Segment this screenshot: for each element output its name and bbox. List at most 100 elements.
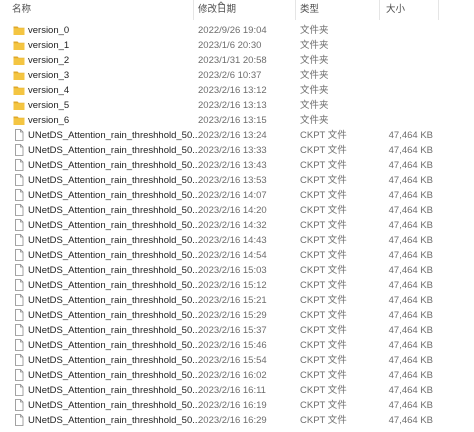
file-type: CKPT 文件	[300, 130, 347, 141]
modified-date: 2023/2/16 14:07	[198, 190, 267, 201]
file-row[interactable]: UNetDS_Attention_rain_threshhold_50... 20…	[0, 383, 474, 398]
file-row[interactable]: UNetDS_Attention_rain_threshhold_50... 20…	[0, 233, 474, 248]
file-size: 47,464 KB	[388, 310, 433, 321]
file-size: 47,464 KB	[388, 145, 433, 156]
file-row[interactable]: UNetDS_Attention_rain_threshhold_50... 20…	[0, 338, 474, 353]
file-icon	[13, 324, 25, 336]
modified-date: 2023/2/16 15:37	[198, 325, 267, 336]
file-row[interactable]: UNetDS_Attention_rain_threshhold_50... 20…	[0, 263, 474, 278]
file-icon	[13, 414, 25, 426]
file-size: 47,464 KB	[388, 340, 433, 351]
column-header-name[interactable]: 名称	[12, 3, 31, 17]
modified-date: 2023/2/16 15:03	[198, 265, 267, 276]
file-type: CKPT 文件	[300, 325, 347, 336]
file-row[interactable]: UNetDS_Attention_rain_threshhold_50... 20…	[0, 143, 474, 158]
file-row[interactable]: UNetDS_Attention_rain_threshhold_50... 20…	[0, 203, 474, 218]
column-divider[interactable]	[295, 0, 296, 20]
file-type: CKPT 文件	[300, 265, 347, 276]
file-name: UNetDS_Attention_rain_threshhold_50...	[28, 280, 201, 291]
folder-row[interactable]: version_4 2023/2/16 13:12 文件夹	[0, 83, 474, 98]
file-name: UNetDS_Attention_rain_threshhold_50...	[28, 205, 201, 216]
column-divider[interactable]	[438, 0, 439, 20]
file-icon	[13, 279, 25, 291]
modified-date: 2023/2/16 15:12	[198, 280, 267, 291]
folder-row[interactable]: version_0 2022/9/26 19:04 文件夹	[0, 23, 474, 38]
file-icon	[13, 219, 25, 231]
file-icon	[13, 129, 25, 141]
file-name: UNetDS_Attention_rain_threshhold_50...	[28, 400, 201, 411]
file-name: UNetDS_Attention_rain_threshhold_50...	[28, 160, 201, 171]
folder-icon	[13, 54, 25, 66]
file-type: CKPT 文件	[300, 295, 347, 306]
modified-date: 2023/2/16 13:43	[198, 160, 267, 171]
file-name: UNetDS_Attention_rain_threshhold_50...	[28, 130, 201, 141]
file-icon	[13, 369, 25, 381]
file-row[interactable]: UNetDS_Attention_rain_threshhold_50... 20…	[0, 188, 474, 203]
file-type: 文件夹	[300, 55, 329, 66]
file-name: UNetDS_Attention_rain_threshhold_50...	[28, 265, 201, 276]
file-row[interactable]: UNetDS_Attention_rain_threshhold_50... 20…	[0, 218, 474, 233]
modified-date: 2023/2/16 16:29	[198, 415, 267, 426]
folder-row[interactable]: version_6 2023/2/16 13:15 文件夹	[0, 113, 474, 128]
file-size: 47,464 KB	[388, 235, 433, 246]
modified-date: 2023/1/6 20:30	[198, 40, 262, 51]
file-row[interactable]: UNetDS_Attention_rain_threshhold_50... 20…	[0, 398, 474, 413]
file-type: 文件夹	[300, 85, 329, 96]
file-row[interactable]: UNetDS_Attention_rain_threshhold_50... 20…	[0, 248, 474, 263]
file-name: UNetDS_Attention_rain_threshhold_50...	[28, 385, 201, 396]
file-row[interactable]: UNetDS_Attention_rain_threshhold_50... 20…	[0, 308, 474, 323]
file-row[interactable]: UNetDS_Attention_rain_threshhold_50... 20…	[0, 128, 474, 143]
file-type: 文件夹	[300, 115, 329, 126]
file-row[interactable]: UNetDS_Attention_rain_threshhold_50... 20…	[0, 173, 474, 188]
folder-row[interactable]: version_5 2023/2/16 13:13 文件夹	[0, 98, 474, 113]
folder-row[interactable]: version_3 2023/2/6 10:37 文件夹	[0, 68, 474, 83]
file-type: CKPT 文件	[300, 160, 347, 171]
file-type: 文件夹	[300, 40, 329, 51]
file-size: 47,464 KB	[388, 400, 433, 411]
modified-date: 2023/2/16 14:20	[198, 205, 267, 216]
modified-date: 2023/2/16 14:32	[198, 220, 267, 231]
file-name: UNetDS_Attention_rain_threshhold_50...	[28, 235, 201, 246]
file-type: CKPT 文件	[300, 280, 347, 291]
modified-date: 2023/2/16 16:19	[198, 400, 267, 411]
modified-date: 2023/2/16 16:11	[198, 385, 266, 396]
folder-icon	[13, 24, 25, 36]
file-name: version_1	[28, 40, 70, 51]
file-icon	[13, 384, 25, 396]
file-type: CKPT 文件	[300, 355, 347, 366]
file-type: CKPT 文件	[300, 220, 347, 231]
file-row[interactable]: UNetDS_Attention_rain_threshhold_50... 20…	[0, 413, 474, 428]
file-type: CKPT 文件	[300, 235, 347, 246]
file-size: 47,464 KB	[388, 280, 433, 291]
column-divider[interactable]	[193, 0, 194, 20]
column-divider[interactable]	[379, 0, 380, 20]
file-row[interactable]: UNetDS_Attention_rain_threshhold_50... 20…	[0, 293, 474, 308]
file-size: 47,464 KB	[388, 385, 433, 396]
file-name: version_6	[28, 115, 70, 126]
file-type: CKPT 文件	[300, 340, 347, 351]
column-header-type[interactable]: 类型	[300, 3, 319, 17]
file-size: 47,464 KB	[388, 415, 433, 426]
file-icon	[13, 204, 25, 216]
file-size: 47,464 KB	[388, 205, 433, 216]
modified-date: 2023/2/16 13:13	[198, 100, 267, 111]
file-size: 47,464 KB	[388, 175, 433, 186]
file-icon	[13, 174, 25, 186]
column-header-date[interactable]: 修改日期	[198, 3, 236, 17]
file-row[interactable]: UNetDS_Attention_rain_threshhold_50... 20…	[0, 353, 474, 368]
file-type: CKPT 文件	[300, 205, 347, 216]
file-icon	[13, 309, 25, 321]
file-type: CKPT 文件	[300, 370, 347, 381]
column-header-size[interactable]: 大小	[386, 3, 405, 17]
file-row[interactable]: UNetDS_Attention_rain_threshhold_50... 20…	[0, 323, 474, 338]
file-row[interactable]: UNetDS_Attention_rain_threshhold_50... 20…	[0, 368, 474, 383]
file-icon	[13, 189, 25, 201]
file-type: CKPT 文件	[300, 400, 347, 411]
file-name: version_5	[28, 100, 70, 111]
modified-date: 2022/9/26 19:04	[198, 25, 267, 36]
file-row[interactable]: UNetDS_Attention_rain_threshhold_50... 20…	[0, 278, 474, 293]
folder-row[interactable]: version_2 2023/1/31 20:58 文件夹	[0, 53, 474, 68]
file-type: CKPT 文件	[300, 190, 347, 201]
folder-row[interactable]: version_1 2023/1/6 20:30 文件夹	[0, 38, 474, 53]
file-row[interactable]: UNetDS_Attention_rain_threshhold_50... 20…	[0, 158, 474, 173]
